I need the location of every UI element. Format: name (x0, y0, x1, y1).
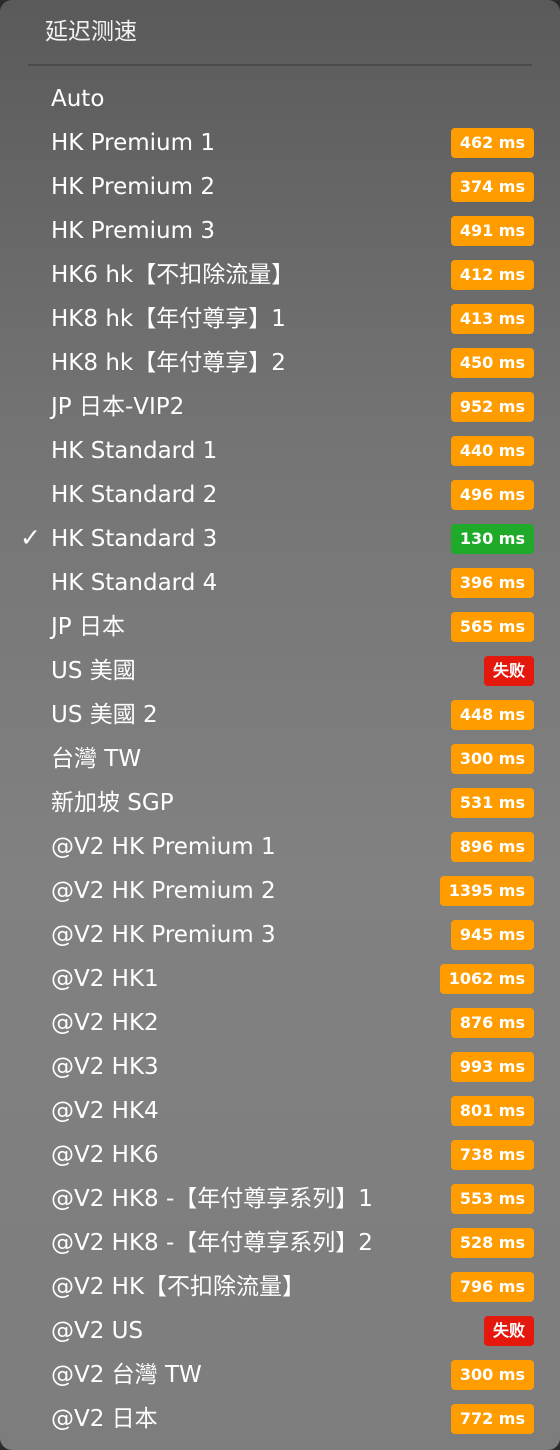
latency-badge: 130 ms (450, 524, 534, 554)
latency-badge: 491 ms (450, 216, 534, 246)
menu-header: 延迟测速 (45, 19, 137, 45)
proxy-item-label: @V2 HK【不扣除流量】 (51, 1274, 306, 1300)
proxy-menu-item[interactable]: @V2 US 失败 (0, 1309, 560, 1353)
proxy-item-label: @V2 HK8 -【年付尊享系列】2 (51, 1230, 373, 1256)
failed-badge: 失败 (483, 656, 534, 686)
latency-badge: 462 ms (450, 128, 534, 158)
proxy-item-label: US 美國 (51, 658, 136, 684)
proxy-menu-item[interactable]: 台灣 TW 300 ms (0, 737, 560, 781)
proxy-list: Auto HK Premium 1 462 ms HK Premium 2 374 ms… (0, 77, 560, 1441)
latency-badge: 738 ms (450, 1140, 534, 1170)
proxy-item-label: Auto (51, 86, 105, 112)
proxy-menu-item[interactable]: @V2 HK3 993 ms (0, 1045, 560, 1089)
proxy-item-label: @V2 HK2 (51, 1010, 159, 1036)
proxy-item-label: HK Premium 3 (51, 218, 215, 244)
latency-badge: 496 ms (450, 480, 534, 510)
proxy-menu-item[interactable]: HK8 hk【年付尊享】1 413 ms (0, 297, 560, 341)
latency-badge: 1395 ms (439, 876, 534, 906)
latency-badge: 396 ms (450, 568, 534, 598)
proxy-item-label: HK Standard 3 (51, 526, 218, 552)
proxy-menu-item[interactable]: JP 日本-VIP2 952 ms (0, 385, 560, 429)
proxy-menu-item[interactable]: @V2 台灣 TW 300 ms (0, 1353, 560, 1397)
latency-badge: 448 ms (450, 700, 534, 730)
checkmark-icon: ✓ (20, 523, 41, 552)
proxy-item-label: @V2 US (51, 1318, 144, 1344)
latency-badge: 412 ms (450, 260, 534, 290)
latency-badge: 565 ms (450, 612, 534, 642)
latency-badge: 945 ms (450, 920, 534, 950)
proxy-item-label: HK Standard 1 (51, 438, 218, 464)
latency-badge: 952 ms (450, 392, 534, 422)
latency-badge: 528 ms (450, 1228, 534, 1258)
proxy-item-label: HK8 hk【年付尊享】2 (51, 350, 286, 376)
proxy-item-label: US 美國 2 (51, 702, 158, 728)
proxy-menu-item[interactable]: Auto (0, 77, 560, 121)
proxy-menu-item[interactable]: HK6 hk【不扣除流量】 412 ms (0, 253, 560, 297)
proxy-item-label: 新加坡 SGP (51, 790, 174, 816)
latency-badge: 801 ms (450, 1096, 534, 1126)
proxy-item-label: @V2 HK8 -【年付尊享系列】1 (51, 1186, 373, 1212)
latency-badge: 876 ms (450, 1008, 534, 1038)
latency-test-menu: 延迟测速 Auto HK Premium 1 462 ms HK Premium 2 3… (0, 0, 560, 1450)
latency-badge: 772 ms (450, 1404, 534, 1434)
proxy-item-label: @V2 台灣 TW (51, 1362, 202, 1388)
failed-badge: 失败 (483, 1316, 534, 1346)
proxy-item-label: @V2 HK6 (51, 1142, 159, 1168)
proxy-menu-item[interactable]: @V2 HK1 1062 ms (0, 957, 560, 1001)
proxy-menu-item[interactable]: @V2 HK Premium 3 945 ms (0, 913, 560, 957)
proxy-menu-item[interactable]: @V2 HK6 738 ms (0, 1133, 560, 1177)
proxy-menu-item[interactable]: @V2 HK8 -【年付尊享系列】2 528 ms (0, 1221, 560, 1265)
proxy-menu-item[interactable]: @V2 HK2 876 ms (0, 1001, 560, 1045)
latency-badge: 896 ms (450, 832, 534, 862)
proxy-item-label: @V2 HK3 (51, 1054, 159, 1080)
proxy-item-label: HK Premium 1 (51, 130, 215, 156)
proxy-menu-item[interactable]: HK Standard 4 396 ms (0, 561, 560, 605)
latency-badge: 300 ms (450, 744, 534, 774)
proxy-item-label: @V2 日本 (51, 1406, 158, 1432)
latency-badge: 440 ms (450, 436, 534, 466)
proxy-menu-item[interactable]: HK8 hk【年付尊享】2 450 ms (0, 341, 560, 385)
proxy-item-label: HK Standard 2 (51, 482, 218, 508)
proxy-item-label: HK Premium 2 (51, 174, 215, 200)
proxy-item-label: HK Standard 4 (51, 570, 218, 596)
proxy-item-label: HK8 hk【年付尊享】1 (51, 306, 286, 332)
proxy-item-label: @V2 HK1 (51, 966, 159, 992)
proxy-menu-item[interactable]: @V2 HK8 -【年付尊享系列】1 553 ms (0, 1177, 560, 1221)
proxy-item-label: @V2 HK Premium 3 (51, 922, 276, 948)
latency-badge: 1062 ms (439, 964, 534, 994)
latency-badge: 300 ms (450, 1360, 534, 1390)
proxy-menu-item[interactable]: HK Premium 3 491 ms (0, 209, 560, 253)
proxy-menu-item[interactable]: JP 日本 565 ms (0, 605, 560, 649)
proxy-menu-item[interactable]: ✓ HK Standard 3 130 ms (0, 517, 560, 561)
latency-badge: 413 ms (450, 304, 534, 334)
proxy-menu-item[interactable]: @V2 HK Premium 2 1395 ms (0, 869, 560, 913)
proxy-item-label: JP 日本-VIP2 (51, 394, 185, 420)
latency-badge: 993 ms (450, 1052, 534, 1082)
proxy-menu-item[interactable]: US 美國 2 448 ms (0, 693, 560, 737)
latency-badge: 450 ms (450, 348, 534, 378)
proxy-menu-item[interactable]: HK Standard 1 440 ms (0, 429, 560, 473)
proxy-menu-item[interactable]: HK Standard 2 496 ms (0, 473, 560, 517)
proxy-menu-item[interactable]: @V2 HK4 801 ms (0, 1089, 560, 1133)
latency-badge: 796 ms (450, 1272, 534, 1302)
proxy-item-label: @V2 HK4 (51, 1098, 159, 1124)
proxy-menu-item[interactable]: 新加坡 SGP 531 ms (0, 781, 560, 825)
proxy-menu-item[interactable]: @V2 HK【不扣除流量】 796 ms (0, 1265, 560, 1309)
proxy-item-label: JP 日本 (51, 614, 125, 640)
latency-badge: 374 ms (450, 172, 534, 202)
menu-divider (28, 64, 532, 66)
proxy-menu-item[interactable]: @V2 HK Premium 1 896 ms (0, 825, 560, 869)
proxy-menu-item[interactable]: US 美國 失败 (0, 649, 560, 693)
proxy-item-label: HK6 hk【不扣除流量】 (51, 262, 295, 288)
proxy-menu-item[interactable]: HK Premium 1 462 ms (0, 121, 560, 165)
proxy-item-label: @V2 HK Premium 1 (51, 834, 276, 860)
proxy-menu-item[interactable]: @V2 日本 772 ms (0, 1397, 560, 1441)
proxy-menu-item[interactable]: HK Premium 2 374 ms (0, 165, 560, 209)
proxy-item-label: @V2 HK Premium 2 (51, 878, 276, 904)
proxy-item-label: 台灣 TW (51, 746, 142, 772)
latency-badge: 553 ms (450, 1184, 534, 1214)
latency-badge: 531 ms (450, 788, 534, 818)
